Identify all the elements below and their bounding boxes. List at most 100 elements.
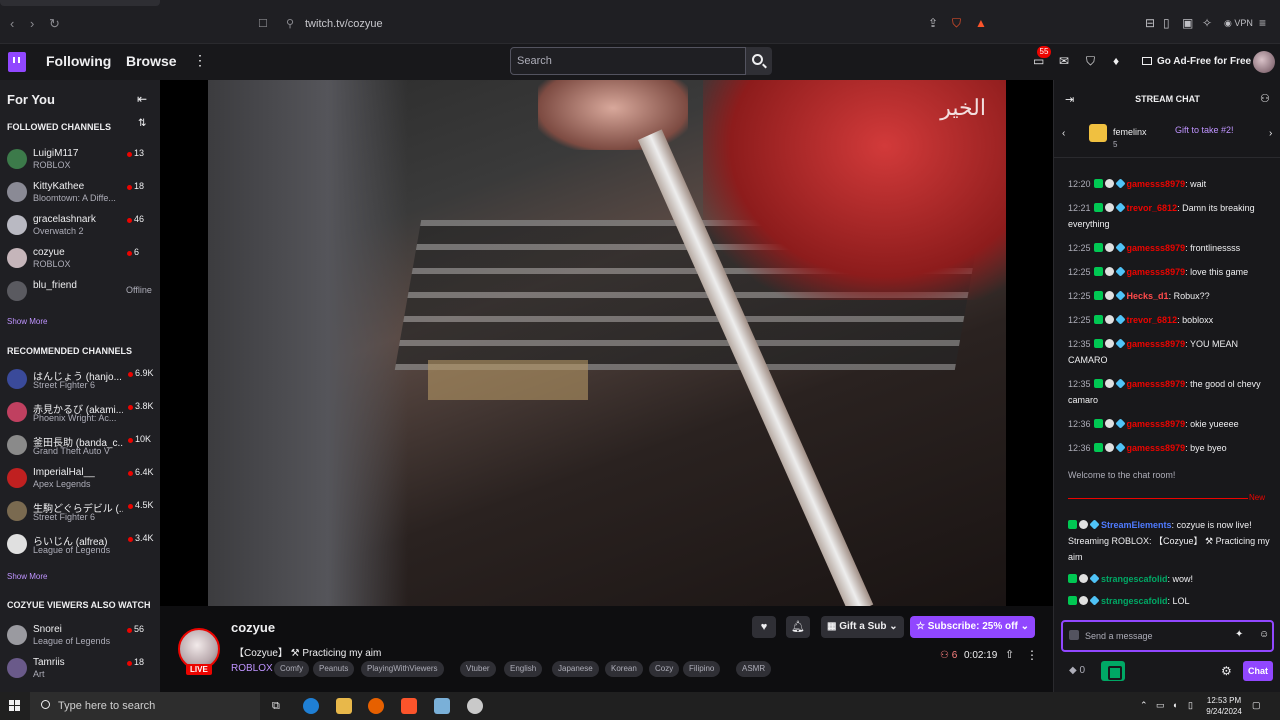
show-more-followed[interactable]: Show More — [7, 317, 47, 326]
channel-item[interactable]: 釜田長助 (banda_c... Grand Theft Auto V 10K — [0, 430, 160, 462]
stream-category-link[interactable]: ROBLOX — [231, 663, 273, 674]
user-avatar[interactable] — [1253, 51, 1275, 73]
channel-item[interactable]: KittyKathee Bloomtown: A Diffe... 18 — [0, 177, 160, 209]
forward-icon[interactable]: › — [30, 16, 34, 31]
channel-item[interactable]: gracelashnark Overwatch 2 46 — [0, 210, 160, 242]
tray-chevron-icon[interactable]: ⌃ — [1140, 700, 1148, 711]
windows-start-icon[interactable] — [9, 700, 21, 712]
stream-tag[interactable]: Filipino — [683, 661, 721, 677]
taskbar-search[interactable] — [30, 692, 260, 720]
subscribe-button[interactable]: ☆ Subscribe: 25% off ⌄ — [910, 616, 1035, 638]
chevron-right-icon[interactable]: › — [1269, 128, 1272, 139]
chat-send-button[interactable]: Chat — [1243, 661, 1273, 681]
notification-center-icon[interactable]: ▢ — [1252, 700, 1261, 711]
file-explorer-icon[interactable] — [336, 698, 352, 714]
following-link[interactable]: Following — [46, 53, 111, 69]
stream-tag[interactable]: Vtuber — [460, 661, 496, 677]
chat-message-input[interactable] — [1085, 628, 1235, 644]
tray-volume-icon[interactable]: ◖ — [1172, 700, 1177, 710]
chevron-left-icon[interactable]: ‹ — [1062, 128, 1065, 139]
search-button[interactable] — [746, 47, 772, 75]
reload-icon[interactable]: ↻ — [49, 16, 60, 32]
channel-item[interactable]: Tamriis Art 18 — [0, 653, 160, 685]
crown-icon[interactable]: ♦ — [1113, 54, 1119, 68]
vpn-button[interactable]: ◉ VPN — [1224, 18, 1253, 29]
chat-username[interactable]: gamesss8979 — [1127, 419, 1186, 429]
notifications-bell-button[interactable]: 🔔︎ — [786, 616, 810, 638]
taskbar-clock[interactable]: 12:53 PM 9/24/2024 — [1204, 695, 1244, 717]
chat-username[interactable]: gamesss8979 — [1127, 179, 1186, 189]
chat-username[interactable]: gamesss8979 — [1127, 443, 1186, 453]
stream-tag[interactable]: Cozy — [649, 661, 680, 677]
back-icon[interactable]: ‹ — [10, 16, 14, 31]
notepad-icon[interactable] — [434, 698, 450, 714]
twitch-logo[interactable] — [8, 52, 26, 72]
stream-tag[interactable]: PlayingWithViewers — [361, 661, 444, 677]
stream-tag[interactable]: Korean — [605, 661, 643, 677]
bookmark-icon[interactable]: ☐ — [258, 17, 268, 30]
follow-heart-button[interactable]: ♥ — [752, 616, 776, 638]
channel-item[interactable]: LuigiM117 ROBLOX 13 — [0, 144, 160, 176]
cheer-icon[interactable] — [1069, 630, 1079, 640]
gift-sub-button[interactable]: ▦ Gift a Sub ⌄ — [821, 616, 904, 638]
chat-username[interactable]: strangescafolid — [1101, 596, 1168, 606]
brave-icon[interactable] — [401, 698, 417, 714]
sidebar-toggle-icon[interactable]: ⊟ — [1145, 16, 1155, 30]
channel-item[interactable]: らいじん (alfrea) League of Legends 3.4K — [0, 529, 160, 561]
tray-battery-icon[interactable]: ▯ — [1188, 700, 1193, 711]
stream-tag[interactable]: English — [504, 661, 543, 677]
chat-username[interactable]: StreamElements — [1101, 520, 1172, 530]
reading-list-icon[interactable]: ▯ — [1163, 16, 1170, 30]
extensions-icon[interactable]: ✧ — [1202, 16, 1212, 30]
more-actions-icon[interactable]: ⋮ — [1026, 648, 1038, 662]
channel-item[interactable]: はんじょう (hanjo... Street Fighter 6 6.9K — [0, 364, 160, 396]
channel-item[interactable]: 生駒どぐらデビル (... Street Fighter 6 4.5K — [0, 496, 160, 528]
streamer-name[interactable]: cozyue — [231, 620, 275, 635]
browser-tab[interactable] — [0, 0, 160, 6]
channel-item[interactable]: 赤見かるび (akami... Phoenix Wright: Ac... 3.8K — [0, 397, 160, 429]
browse-link[interactable]: Browse — [126, 53, 177, 69]
video-player[interactable]: الخير — [160, 80, 1053, 606]
go-ad-free-button[interactable]: Go Ad-Free for Free — [1136, 50, 1257, 74]
chat-username[interactable]: trevor_6812 — [1127, 203, 1178, 213]
chat-username[interactable]: strangescafolid — [1101, 574, 1168, 584]
chat-username[interactable]: gamesss8979 — [1127, 379, 1186, 389]
inbox-icon[interactable]: ✉ — [1059, 54, 1069, 68]
tray-network-icon[interactable]: ▭ — [1156, 700, 1165, 711]
app-icon[interactable] — [467, 698, 483, 714]
gift-leader-name[interactable]: femelinx — [1113, 127, 1147, 137]
collapse-sidebar-icon[interactable]: ⇤ — [137, 92, 147, 106]
chat-username[interactable]: Hecks_d1 — [1127, 291, 1169, 301]
channel-item[interactable]: Snorei League of Legends 56 — [0, 620, 160, 652]
emote-picker-icon[interactable]: ☺ — [1259, 629, 1269, 640]
browser-menu-icon[interactable]: ≡ — [1259, 16, 1266, 30]
community-icon[interactable]: ⚇ — [1260, 92, 1270, 105]
whispers-icon[interactable]: ⛉ — [1086, 54, 1095, 69]
channel-item[interactable]: cozyue ROBLOX 6 — [0, 243, 160, 275]
brave-shield-icon[interactable]: ⛉ — [952, 16, 961, 31]
more-options-icon[interactable]: ⋮ — [193, 52, 207, 69]
chat-username[interactable]: trevor_6812 — [1127, 315, 1178, 325]
rewards-icon[interactable]: ▲ — [975, 16, 987, 30]
share-icon[interactable]: ⇧ — [1005, 648, 1014, 661]
address-bar[interactable]: ☐ ⚲ twitch.tv/cozyue — [258, 14, 998, 36]
chat-settings-icon[interactable]: ⚙ — [1221, 664, 1232, 678]
chat-username[interactable]: gamesss8979 — [1127, 267, 1186, 277]
channel-item[interactable]: blu_friend Offline — [0, 276, 160, 308]
bits-icon[interactable]: ✦ — [1235, 629, 1243, 640]
task-view-icon[interactable]: ⧉ — [272, 700, 280, 713]
site-info-icon[interactable]: ⚲ — [286, 17, 294, 30]
wallet-icon[interactable]: ▣ — [1182, 16, 1193, 30]
channel-points-button[interactable] — [1101, 661, 1125, 681]
stream-tag[interactable]: Comfy — [274, 661, 310, 677]
share-page-icon[interactable]: ⇪ — [928, 16, 938, 30]
sort-icon[interactable]: ⇅ — [138, 118, 146, 129]
firefox-icon[interactable] — [368, 698, 384, 714]
taskbar-search-input[interactable] — [58, 698, 248, 714]
search-input[interactable] — [510, 47, 746, 75]
chat-input-box[interactable]: ✦ ☺ — [1061, 620, 1274, 652]
stream-tag[interactable]: Japanese — [552, 661, 599, 677]
edge-icon[interactable] — [303, 698, 319, 714]
chat-username[interactable]: gamesss8979 — [1127, 339, 1186, 349]
show-more-recommended[interactable]: Show More — [7, 572, 47, 581]
